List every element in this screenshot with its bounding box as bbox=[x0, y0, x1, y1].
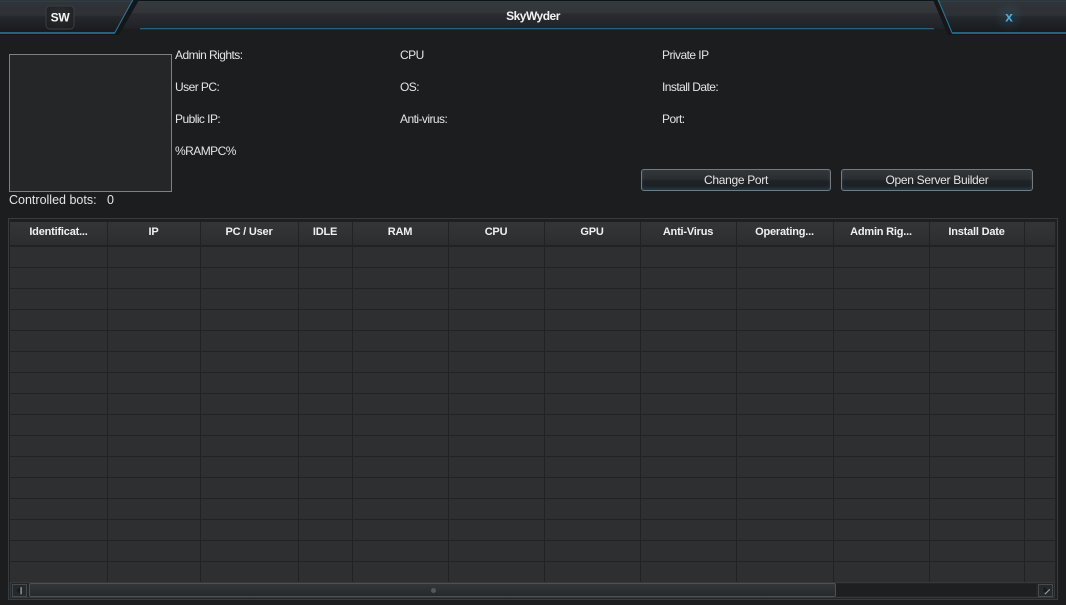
svg-text:SW: SW bbox=[51, 11, 71, 25]
svg-text:SkyWyder: SkyWyder bbox=[506, 9, 561, 23]
svg-text:x: x bbox=[1005, 9, 1013, 25]
